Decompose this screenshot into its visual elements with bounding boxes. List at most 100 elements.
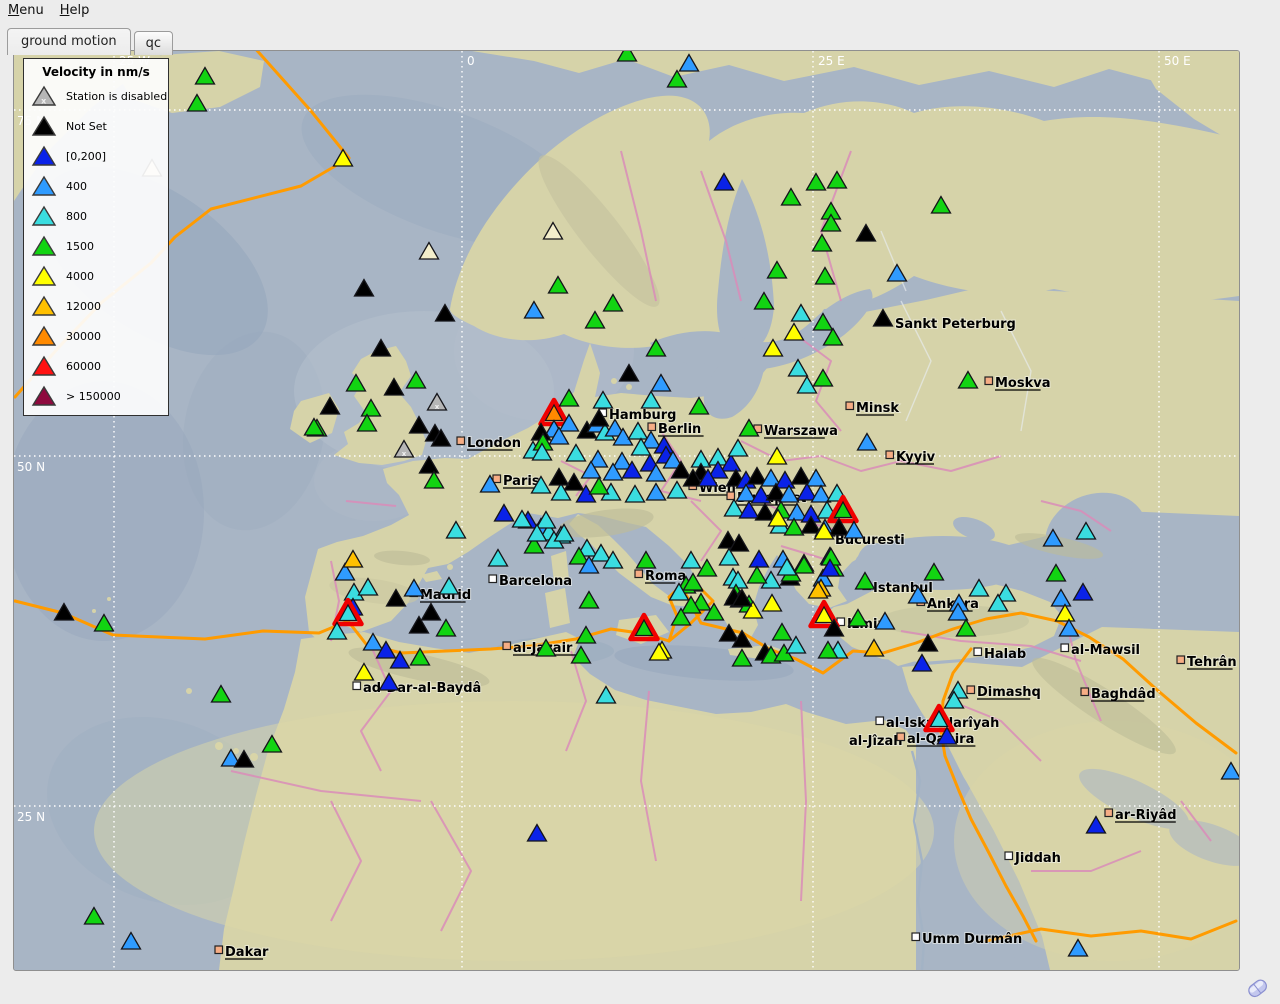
city-marker-square (353, 682, 361, 690)
grid-label-parallel: 25 N (17, 810, 45, 824)
city-label: Roma (645, 569, 686, 584)
legend-item-label: [0,200] (66, 150, 106, 163)
legend-triangle-icon (31, 175, 57, 197)
city-marker-square (648, 423, 656, 431)
city-london: London (457, 436, 521, 451)
city-dimashq: Dimashq (967, 685, 1041, 700)
city-label: ar-Riyâd (1115, 808, 1177, 823)
svg-text:x: x (402, 450, 407, 458)
city-label: Berlin (658, 422, 701, 437)
city-marker-square (503, 642, 511, 650)
city-umm-durmân: Umm Durmân (912, 932, 1022, 947)
legend-item-v150000: > 150000 (24, 381, 168, 411)
city-moskva: Moskva (985, 376, 1051, 391)
app-window: MenuHelp ground motionqc 25 W025 E50 E75… (0, 0, 1280, 1004)
legend-item-label: 800 (66, 210, 87, 223)
city-hamburg: Hamburg (599, 408, 676, 423)
city-label: Baghdâd (1091, 687, 1156, 702)
tabbar: ground motionqc (7, 28, 176, 55)
legend-item-v1500: 1500 (24, 231, 168, 261)
legend-triangle-icon (31, 265, 57, 287)
svg-text:x: x (435, 403, 440, 411)
city-label: Sankt Peterburg (895, 317, 1016, 332)
legend-triangle-icon (31, 355, 57, 377)
city-label: al-Mawsil (1071, 643, 1140, 658)
legend-item-label: 30000 (66, 330, 101, 343)
legend: Velocity in nm/s x Station is disabled Not… (23, 58, 169, 416)
legend-item-v800: 800 (24, 201, 168, 231)
legend-item-label: 400 (66, 180, 87, 193)
grid-label-meridian: 0 (467, 54, 475, 68)
city-label: Dakar (225, 945, 269, 960)
city-marker-square (846, 402, 854, 410)
city-sankt-peterburg: Sankt Peterburg (895, 317, 1016, 332)
city-ar-riyâd: ar-Riyâd (1105, 808, 1177, 823)
city-marker-square (967, 686, 975, 694)
legend-item-v12000: 12000 (24, 291, 168, 321)
city-ankara: Ankara (917, 597, 979, 612)
legend-item-notset: Not Set (24, 111, 168, 141)
grid-label-parallel: 50 N (17, 460, 45, 474)
city-marker-square (727, 492, 735, 500)
menu-item-help[interactable]: Help (60, 3, 90, 18)
legend-item-v400: 400 (24, 171, 168, 201)
city-label: Minsk (856, 401, 899, 416)
legend-item-v60000: 60000 (24, 351, 168, 381)
legend-item-label: Station is disabled (66, 90, 167, 103)
legend-item-label: 12000 (66, 300, 101, 313)
city-marker-square (1177, 656, 1185, 664)
city-marker-square (1061, 644, 1069, 652)
map-canvas[interactable]: 25 W025 E50 E75 N50 N25 NLondonParisHamb… (14, 51, 1239, 970)
legend-triangle-icon (31, 385, 57, 407)
legend-item-label: 1500 (66, 240, 94, 253)
legend-item-v4000: 4000 (24, 261, 168, 291)
map-frame[interactable]: 25 W025 E50 E75 N50 N25 NLondonParisHamb… (13, 50, 1240, 971)
city-marker-square (985, 377, 993, 385)
city-marker-square (1005, 852, 1013, 860)
city-marker-square (886, 451, 894, 459)
tab-ground-motion[interactable]: ground motion (7, 28, 131, 55)
city-marker-square (974, 648, 982, 656)
legend-triangle-icon (31, 145, 57, 167)
legend-triangle-icon (31, 295, 57, 317)
legend-triangle-icon (31, 205, 57, 227)
legend-items: x Station is disabled Not Set [0,200] 400 800… (24, 81, 168, 411)
city-label: Dimashq (977, 685, 1041, 700)
city-label: Barcelona (499, 574, 572, 589)
legend-triangle-icon (31, 115, 57, 137)
svg-text:x: x (41, 97, 47, 106)
menu-item-menu[interactable]: Menu (8, 3, 44, 18)
city-marker-square (897, 733, 905, 741)
city-ad-dar-al-baydâ: ad-Dar-al-Baydâ (353, 681, 481, 696)
legend-item-label: Not Set (66, 120, 107, 133)
legend-title: Velocity in nm/s (24, 65, 168, 79)
city-label: Jiddah (1014, 851, 1061, 866)
city-marker-square (912, 933, 920, 941)
tab-qc[interactable]: qc (134, 31, 173, 55)
grid-label-meridian: 50 E (1164, 54, 1191, 68)
city-al-qahira: al-Qahira (897, 732, 975, 747)
legend-item-label: 60000 (66, 360, 101, 373)
legend-item-label: 4000 (66, 270, 94, 283)
city-al-jîzah: al-Jîzah (849, 734, 903, 749)
city-marker-square (876, 717, 884, 725)
legend-triangle-icon: x (31, 85, 57, 107)
city-label: Kyyiv (896, 450, 936, 465)
city-label: Moskva (995, 376, 1051, 391)
city-label: Halab (984, 647, 1026, 662)
grid-label-meridian: 25 E (818, 54, 845, 68)
legend-triangle-icon (31, 325, 57, 347)
legend-triangle-icon (31, 235, 57, 257)
legend-item-label: > 150000 (66, 390, 121, 403)
city-marker-square (635, 570, 643, 578)
city-marker-square (457, 437, 465, 445)
city-barcelona: Barcelona (489, 574, 572, 589)
legend-item-v30000: 30000 (24, 321, 168, 351)
city-label: Warszawa (764, 424, 838, 439)
city-label: Tehrân (1187, 655, 1237, 670)
city-label: London (467, 436, 521, 451)
city-warszawa: Warszawa (754, 424, 838, 439)
city-label: Hamburg (609, 408, 676, 423)
city-marker-square (489, 575, 497, 583)
city-marker-square (215, 946, 223, 954)
